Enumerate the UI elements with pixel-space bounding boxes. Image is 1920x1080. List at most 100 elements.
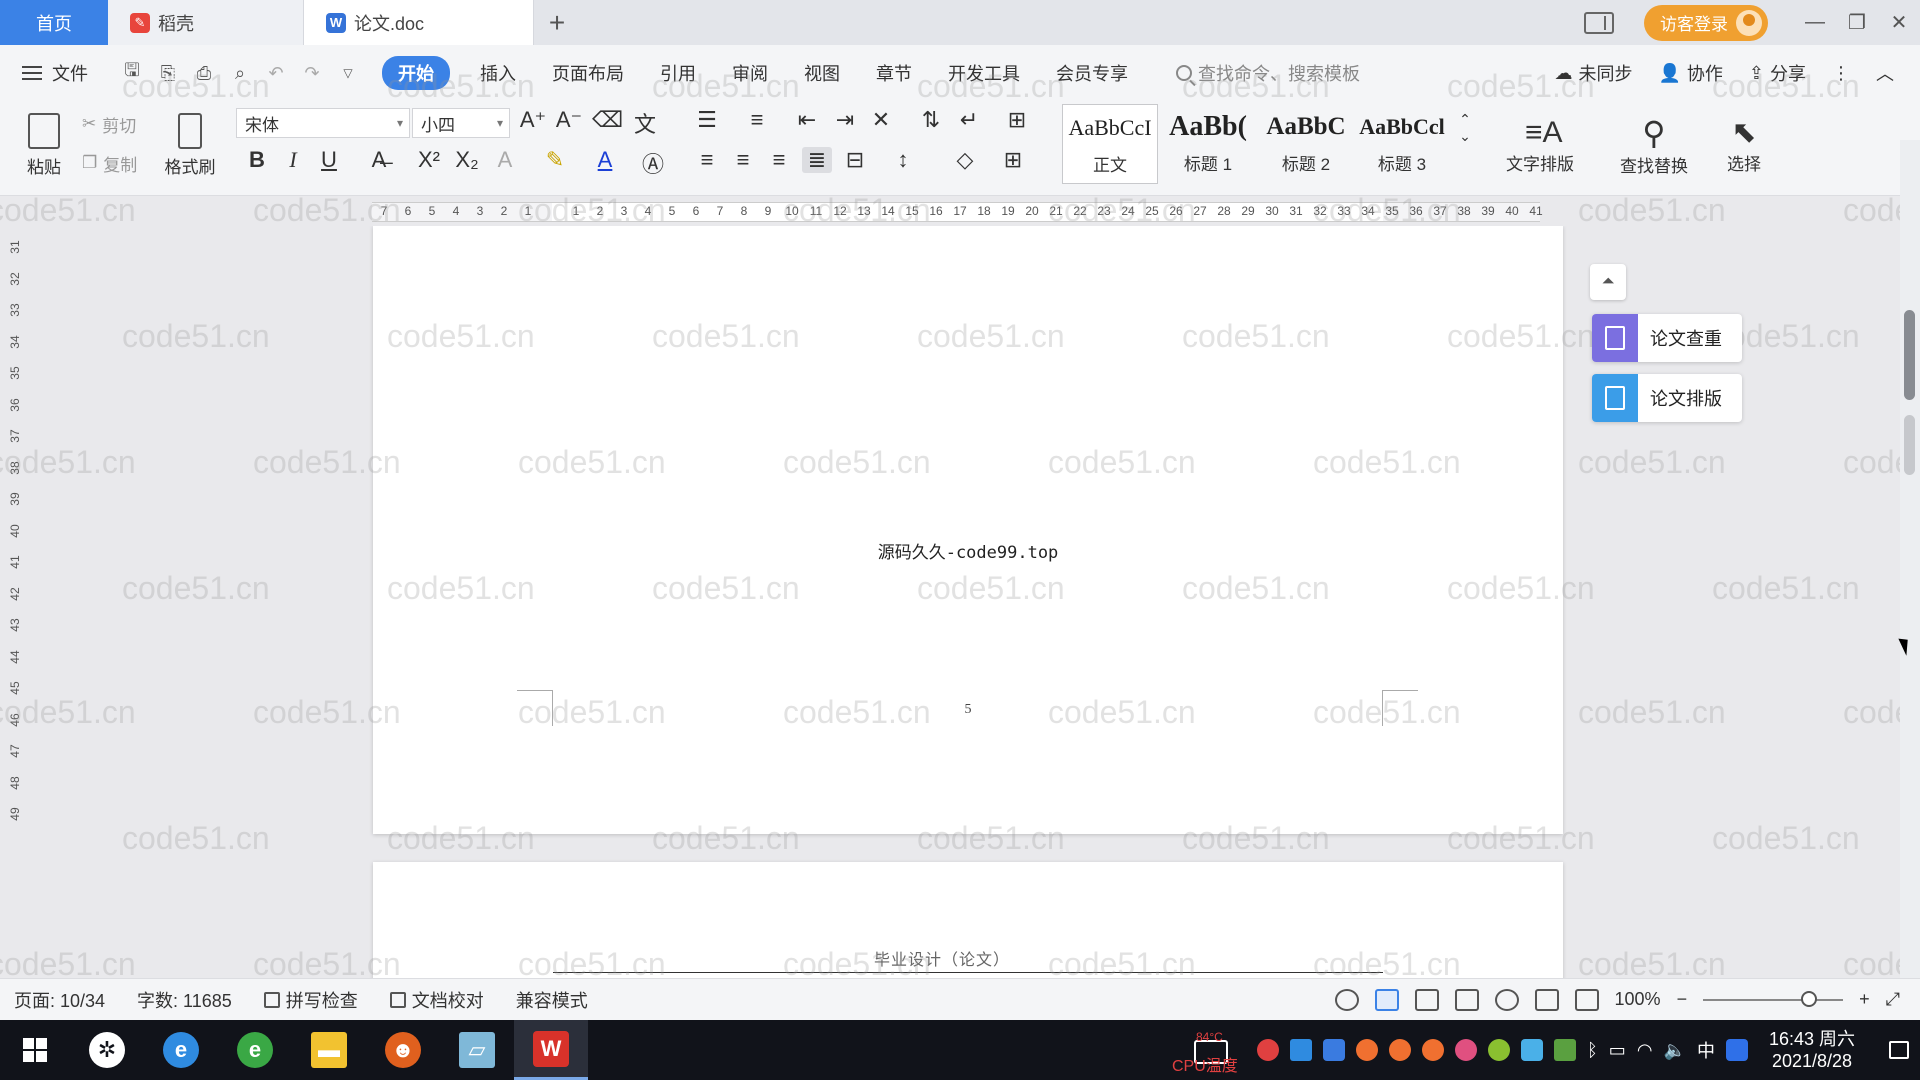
decrease-indent-icon[interactable]: ⇤ xyxy=(792,107,822,133)
format-painter-button[interactable]: 格式刷 xyxy=(160,105,220,185)
spell-check-toggle[interactable]: 拼写检查 xyxy=(263,987,358,1013)
tab-review[interactable]: 审阅 xyxy=(714,60,786,86)
text-effect-icon[interactable]: A xyxy=(490,147,520,173)
justify-icon[interactable]: ≣ xyxy=(802,147,832,173)
sort-icon[interactable]: ⇅ xyxy=(916,107,946,133)
scrollbar-thumb-secondary[interactable] xyxy=(1904,415,1915,475)
zoom-slider[interactable] xyxy=(1703,990,1844,1007)
select-button[interactable]: ⬉ 选择 xyxy=(1706,105,1782,185)
tab-member[interactable]: 会员专享 xyxy=(1038,60,1146,86)
body-paragraph[interactable]: 源码久久-code99.top xyxy=(373,538,1563,563)
battery-icon[interactable]: ▭ xyxy=(1609,1040,1626,1061)
qq-icon[interactable] xyxy=(1355,1039,1378,1061)
doc-proofread-button[interactable]: 文档校对 xyxy=(389,987,484,1013)
zoom-level[interactable]: 100% xyxy=(1615,989,1661,1010)
taskbar-app-6[interactable]: ▱ xyxy=(440,1020,514,1080)
system-clock[interactable]: 16:43 周六 2021/8/28 xyxy=(1769,1028,1855,1072)
phonetic-guide-icon[interactable]: 文 xyxy=(630,107,660,139)
align-center-icon[interactable]: ≡ xyxy=(728,147,758,173)
qq-icon-2[interactable] xyxy=(1388,1039,1411,1061)
cut-button[interactable]: ✂ 剪切 xyxy=(82,109,136,139)
borders-icon[interactable]: ⊞ xyxy=(998,147,1028,173)
tab-references[interactable]: 引用 xyxy=(642,60,714,86)
panel-collapse-button[interactable]: ⏶ xyxy=(1590,264,1626,300)
shading-icon[interactable]: ◇ xyxy=(950,147,980,173)
align-right-icon[interactable]: ≡ xyxy=(764,147,794,173)
zoom-slider-knob[interactable] xyxy=(1801,990,1818,1007)
taskbar-ie[interactable]: e xyxy=(144,1020,218,1080)
undo-icon[interactable]: ↶ xyxy=(258,58,294,88)
character-border-icon[interactable]: Ⓐ xyxy=(638,147,668,179)
document-page[interactable]: 源码久久-code99.top 5 xyxy=(373,226,1563,834)
minimize-button[interactable]: — xyxy=(1794,11,1836,34)
clear-format-icon[interactable]: ⌫ xyxy=(592,107,623,133)
style-heading-3[interactable]: AaBbCcl 标题 3 xyxy=(1354,104,1450,184)
style-normal[interactable]: AaBbCcI 正文 xyxy=(1062,104,1158,184)
taskbar-app-5[interactable]: ☻ xyxy=(366,1020,440,1080)
strikethrough-icon[interactable]: A̶ xyxy=(364,147,394,173)
numbered-list-icon[interactable]: ≡ xyxy=(742,107,772,133)
output-icon[interactable]: ⎘ xyxy=(150,58,186,88)
collapse-ribbon-icon[interactable]: ︿ xyxy=(1876,60,1894,86)
eye-protection-icon[interactable] xyxy=(1334,988,1359,1011)
scrollbar-thumb[interactable] xyxy=(1904,310,1915,400)
collaborate-button[interactable]: 👤 协作 xyxy=(1658,60,1722,86)
cloud-sync-icon[interactable] xyxy=(1520,1039,1543,1061)
tab-chapter[interactable]: 章节 xyxy=(858,60,930,86)
thesis-check-button[interactable]: 论文查重 xyxy=(1592,314,1742,362)
restore-button[interactable]: ❐ xyxy=(1836,10,1878,35)
grow-font-icon[interactable]: A⁺ xyxy=(518,107,548,133)
plus-app-icon[interactable] xyxy=(1487,1039,1510,1061)
print-preview-icon[interactable]: ⌕ xyxy=(222,58,258,88)
command-search-input[interactable]: 查找命令、搜索模板 xyxy=(1176,60,1360,86)
taskbar-explorer[interactable]: ▬ xyxy=(292,1020,366,1080)
tab-page-layout[interactable]: 页面布局 xyxy=(534,60,642,86)
tray-app-icon[interactable] xyxy=(1256,1039,1279,1061)
find-replace-button[interactable]: ⚲ 查找替换 xyxy=(1604,105,1704,185)
shrink-font-icon[interactable]: A⁻ xyxy=(554,107,584,133)
print-icon[interactable]: ⎙ xyxy=(186,58,222,88)
nvidia-icon[interactable] xyxy=(1553,1039,1576,1061)
share-button[interactable]: ⇪ 分享 xyxy=(1749,60,1806,86)
taskbar-wps[interactable]: W xyxy=(514,1020,588,1080)
show-marks-icon[interactable]: ↵ xyxy=(954,107,984,133)
customize-toolbar-icon[interactable]: ▽ xyxy=(330,58,366,88)
horizontal-ruler[interactable]: 7 6 5 4 3 2 1 1 2 3 4 5 6 7 8 9 10 11 12 13 14 15 16 17 18 19 20 21… xyxy=(0,196,1900,226)
windows-start-icon[interactable] xyxy=(0,1020,70,1080)
notification-center-icon[interactable] xyxy=(1878,1020,1920,1080)
vertical-scrollbar[interactable] xyxy=(1900,140,1920,978)
fit-page-icon[interactable] xyxy=(1574,988,1599,1011)
font-size-select[interactable]: 小四 xyxy=(412,108,510,138)
wifi-icon[interactable]: ◠ xyxy=(1637,1040,1653,1061)
paste-button[interactable]: 粘贴 xyxy=(14,105,74,185)
superscript-icon[interactable]: X² xyxy=(414,147,444,173)
bluetooth-icon[interactable]: ᛒ xyxy=(1587,1040,1598,1061)
font-color-icon[interactable]: A xyxy=(590,147,620,173)
subscript-icon[interactable]: X₂ xyxy=(452,147,482,173)
sync-status[interactable]: ☁ 未同步 xyxy=(1554,60,1632,86)
more-options-icon[interactable]: ⋮ xyxy=(1832,63,1850,84)
guest-login-button[interactable]: 访客登录 xyxy=(1644,4,1768,41)
thesis-layout-button[interactable]: 论文排版 xyxy=(1592,374,1742,422)
tab-insert[interactable]: 插入 xyxy=(462,60,534,86)
style-heading-1[interactable]: AaBb( 标题 1 xyxy=(1160,104,1256,184)
text-direction-icon[interactable]: ✕ xyxy=(866,107,896,133)
tab-home[interactable]: 首页 xyxy=(0,0,108,45)
italic-icon[interactable]: I xyxy=(278,147,308,173)
input-method-indicator[interactable]: 中 xyxy=(1697,1037,1715,1063)
save-icon[interactable]: 🖫 xyxy=(114,58,150,88)
close-button[interactable]: ✕ xyxy=(1878,10,1920,35)
cpu-temperature[interactable]: 84°C CPU温度 xyxy=(1172,1030,1246,1075)
increase-indent-icon[interactable]: ⇥ xyxy=(830,107,860,133)
taskbar-browser[interactable]: e xyxy=(218,1020,292,1080)
tab-developer[interactable]: 开发工具 xyxy=(930,60,1038,86)
new-tab-button[interactable]: + xyxy=(534,0,580,45)
font-name-select[interactable]: 宋体 xyxy=(236,108,410,138)
highlight-icon[interactable]: ✎ xyxy=(540,147,570,173)
line-spacing-icon[interactable]: ↕ xyxy=(888,147,918,173)
word-count[interactable]: 字数: 11685 xyxy=(137,987,232,1013)
distribute-icon[interactable]: ⊟ xyxy=(840,147,870,173)
copy-button[interactable]: ❐ 复制 xyxy=(82,148,137,178)
web-view-icon[interactable] xyxy=(1494,988,1519,1011)
search-app-icon[interactable] xyxy=(1725,1039,1748,1061)
